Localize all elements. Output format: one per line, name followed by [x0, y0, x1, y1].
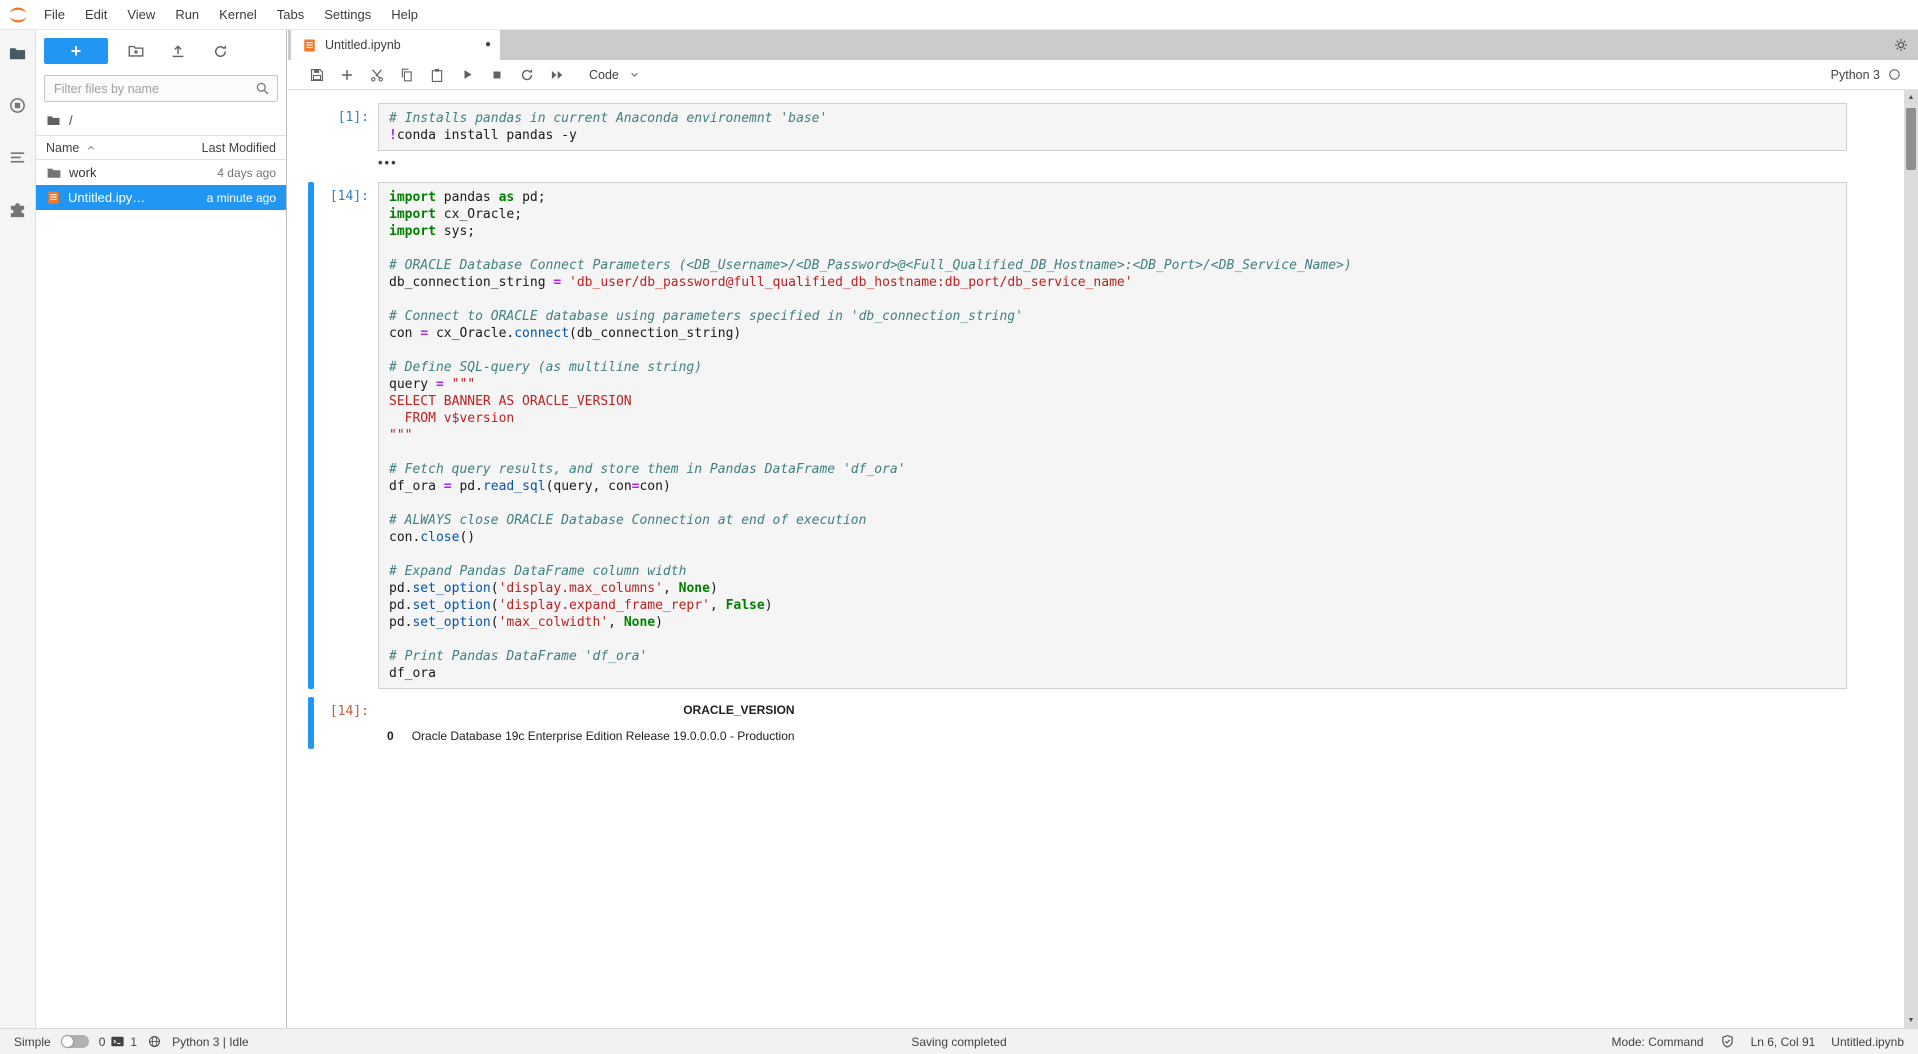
tab-title: Untitled.ipynb [325, 38, 401, 52]
code-cell-1: [1]: # Installs pandas in current Anacon… [308, 103, 1847, 170]
notebook-icon [302, 38, 317, 53]
cursor-position[interactable]: Ln 6, Col 91 [1751, 1035, 1816, 1049]
left-sidebar [0, 30, 36, 1028]
restart-run-all-button[interactable] [545, 63, 569, 87]
kernel-idle-icon [1887, 67, 1902, 82]
files-icon[interactable] [7, 42, 29, 64]
code-editor[interactable]: # Installs pandas in current Anaconda en… [378, 103, 1847, 151]
file-browser-toolbar: + [36, 30, 286, 68]
folder-icon [46, 165, 62, 181]
name-column-header[interactable]: Name [46, 141, 97, 155]
extensions-icon[interactable] [7, 198, 29, 220]
settings-gear-icon[interactable] [1893, 37, 1909, 53]
modified-column-header[interactable]: Last Modified [202, 141, 276, 155]
refresh-button[interactable] [206, 39, 234, 63]
current-file-name: Untitled.ipynb [1831, 1034, 1905, 1049]
search-icon [254, 80, 271, 97]
dataframe-output: ORACLE_VERSION 0 Oracle Database 19c Ent… [378, 697, 804, 749]
table-of-contents-icon[interactable] [7, 146, 29, 168]
menu-item-help[interactable]: Help [381, 0, 428, 29]
scissors-icon [369, 67, 385, 83]
save-icon [309, 67, 325, 83]
scroll-down-icon[interactable]: ▼ [1904, 1013, 1918, 1028]
paste-icon [429, 67, 445, 83]
upload-icon [169, 42, 187, 60]
trust-shield-icon [1720, 1034, 1735, 1049]
menu-item-run[interactable]: Run [165, 0, 209, 29]
stop-icon [490, 68, 504, 82]
breadcrumb-root[interactable]: / [69, 113, 73, 128]
insert-cell-button[interactable] [335, 63, 359, 87]
file-list-header: Name Last Modified [36, 135, 286, 160]
code-editor[interactable]: import pandas as pd; import cx_Oracle; imp… [378, 182, 1847, 689]
output-prompt: [14]: [329, 704, 369, 719]
simple-mode-toggle[interactable] [60, 1035, 89, 1048]
kernel-selector[interactable]: Python 3 [1831, 67, 1902, 82]
tab-dirty-indicator[interactable]: ● [485, 40, 491, 50]
save-status: Saving completed [911, 1034, 1007, 1049]
restart-icon [519, 67, 535, 83]
menu-item-file[interactable]: File [34, 0, 75, 29]
refresh-icon [212, 43, 229, 60]
dataframe-row: 0 Oracle Database 19c Enterprise Edition… [378, 723, 804, 749]
fast-forward-icon [549, 67, 565, 83]
restart-kernel-button[interactable] [515, 63, 539, 87]
file-browser-panel: + / Name Last Modified work 4 days ago U… [36, 30, 287, 1028]
new-launcher-button[interactable]: + [44, 38, 108, 64]
copy-icon [399, 67, 415, 83]
dataframe-column-header: ORACLE_VERSION [683, 703, 795, 717]
vertical-scrollbar[interactable]: ▲ ▼ [1904, 90, 1918, 1028]
interrupt-kernel-button[interactable] [485, 63, 509, 87]
chevron-down-icon [628, 68, 641, 81]
menu-item-settings[interactable]: Settings [314, 0, 381, 29]
terminal-icon [110, 1034, 125, 1049]
dataframe-value: Oracle Database 19c Enterprise Edition R… [411, 729, 795, 743]
simple-mode-label: Simple [14, 1034, 51, 1049]
notebook-content: [1]: # Installs pandas in current Anacon… [288, 90, 1918, 1028]
menu-item-kernel[interactable]: Kernel [209, 0, 267, 29]
plus-icon [339, 67, 355, 83]
input-prompt: [1]: [337, 110, 369, 125]
cell-type-dropdown[interactable]: Code [589, 68, 641, 82]
menu-item-edit[interactable]: Edit [75, 0, 117, 29]
menu-item-tabs[interactable]: Tabs [267, 0, 314, 29]
toggle-knob [61, 1036, 73, 1047]
paste-cells-button[interactable] [425, 63, 449, 87]
upload-button[interactable] [164, 39, 192, 63]
dataframe-index: 0 [387, 729, 394, 743]
menu-bar: File Edit View Run Kernel Tabs Settings … [0, 0, 1918, 30]
running-kernels-indicator[interactable]: 0 1 [99, 1034, 137, 1049]
menu-item-view[interactable]: View [117, 0, 165, 29]
jupyter-logo-icon[interactable] [4, 4, 32, 26]
breadcrumb[interactable]: / [36, 108, 286, 135]
status-bar: Simple 0 1 Python 3 | Idle Saving comple… [0, 1028, 1918, 1054]
code-cell-2: [14]: import pandas as pd; import cx_Orac… [308, 182, 1847, 749]
running-sessions-icon[interactable] [7, 94, 29, 116]
run-icon [460, 67, 475, 82]
file-row-untitled-notebook[interactable]: Untitled.ipy… a minute ago [36, 185, 286, 210]
run-cell-button[interactable] [455, 63, 479, 87]
main-area: Untitled.ipynb ● Code Python 3 [1]: # In… [288, 30, 1918, 1028]
tab-untitled-notebook[interactable]: Untitled.ipynb ● [291, 30, 500, 60]
save-button[interactable] [305, 63, 329, 87]
globe-icon[interactable] [147, 1034, 162, 1049]
cut-cells-button[interactable] [365, 63, 389, 87]
home-folder-icon [46, 113, 61, 128]
scroll-up-icon[interactable]: ▲ [1904, 90, 1918, 105]
file-list: work 4 days ago Untitled.ipy… a minute a… [36, 160, 286, 210]
sort-ascending-icon [85, 142, 97, 154]
kernel-status[interactable]: Python 3 | Idle [172, 1035, 249, 1049]
file-row-work[interactable]: work 4 days ago [36, 160, 286, 185]
editor-mode-indicator: Mode: Command [1611, 1034, 1704, 1049]
new-folder-icon [127, 42, 145, 60]
notebook-toolbar: Code Python 3 [288, 60, 1918, 90]
scrollbar-thumb[interactable] [1906, 108, 1916, 170]
filter-files-input[interactable] [44, 75, 278, 102]
input-prompt: [14]: [329, 189, 369, 204]
copy-cells-button[interactable] [395, 63, 419, 87]
new-folder-button[interactable] [122, 39, 150, 63]
notebook-icon [46, 190, 61, 205]
tab-bar: Untitled.ipynb ● [288, 30, 1918, 60]
collapsed-output-button[interactable]: ••• [378, 153, 398, 170]
